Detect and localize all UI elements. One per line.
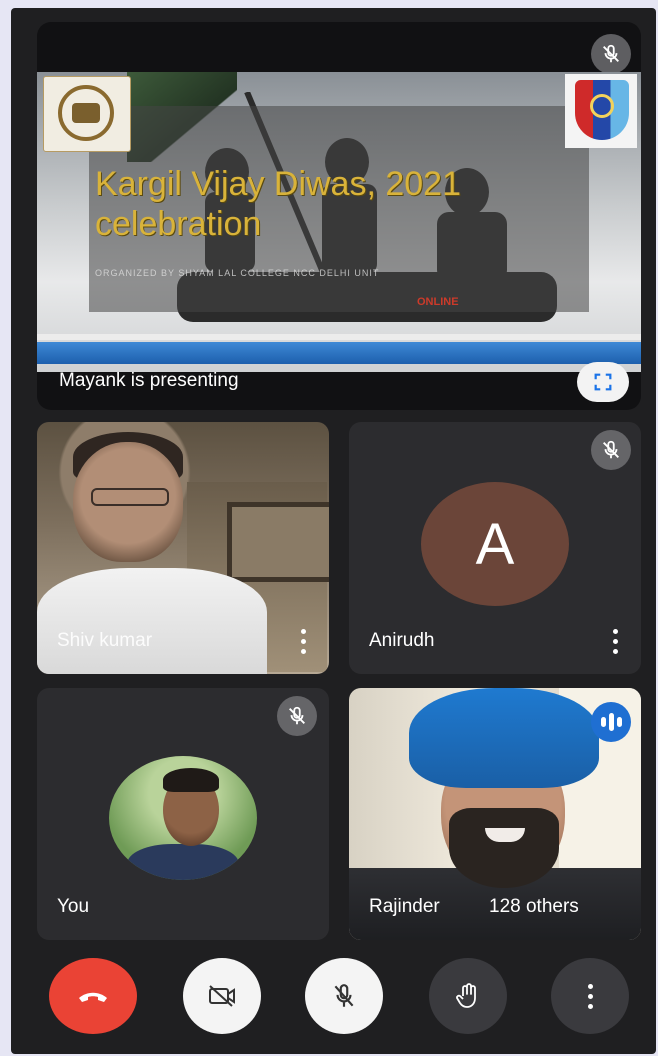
phone-hangup-icon xyxy=(79,992,107,1002)
fullscreen-button[interactable] xyxy=(577,362,629,402)
mic-off-icon xyxy=(591,34,631,74)
participant-name: Anirudh xyxy=(369,630,435,651)
more-options-button[interactable] xyxy=(551,958,629,1034)
ncc-logo xyxy=(565,74,637,148)
slide-title-line1: Kargil Vijay Diwas, 2021 xyxy=(95,165,461,203)
college-logo xyxy=(43,76,131,152)
slide-online-label: ONLINE xyxy=(417,296,459,308)
others-count[interactable]: 128 others xyxy=(489,896,579,918)
slide-subtitle: ORGANIZED BY SHYAM LAL COLLEGE NCC DELHI… xyxy=(95,268,380,278)
shared-slide: Kargil Vijay Diwas, 2021 celebration ORG… xyxy=(37,72,641,372)
participant-tile-rajinder[interactable]: Rajinder 128 others xyxy=(349,688,641,940)
participant-name: Shiv kumar xyxy=(57,630,153,651)
participant-name: You xyxy=(57,896,90,917)
avatar: A xyxy=(421,482,569,606)
mic-off-icon xyxy=(591,430,631,470)
mic-off-icon xyxy=(277,696,317,736)
participant-tile-anirudh[interactable]: A Anirudh xyxy=(349,422,641,674)
more-options-icon[interactable] xyxy=(295,626,311,656)
slide-title-line2: celebration xyxy=(95,205,262,243)
raise-hand-button[interactable] xyxy=(429,958,507,1034)
slide-divider xyxy=(37,334,641,340)
participant-tile-you[interactable]: You xyxy=(37,688,329,940)
slide-footer-bar xyxy=(37,342,641,364)
slide-title: Kargil Vijay Diwas, 2021 celebration xyxy=(95,164,595,244)
avatar xyxy=(109,756,257,880)
participant-name: Rajinder xyxy=(369,896,440,917)
end-call-button[interactable] xyxy=(49,958,137,1034)
speaking-indicator-icon xyxy=(591,702,631,742)
camera-off-icon xyxy=(209,985,235,1007)
participant-tile-shiv[interactable]: Shiv kumar xyxy=(37,422,329,674)
hand-icon xyxy=(456,983,476,1008)
camera-toggle-button[interactable] xyxy=(183,958,261,1034)
mic-toggle-button[interactable] xyxy=(305,958,383,1034)
meet-app: Kargil Vijay Diwas, 2021 celebration ORG… xyxy=(11,8,656,1054)
fullscreen-icon xyxy=(594,373,612,391)
presenter-label: Mayank is presenting xyxy=(59,370,239,391)
more-options-icon[interactable] xyxy=(607,626,623,656)
mic-off-icon xyxy=(334,984,354,1007)
presentation-tile[interactable]: Kargil Vijay Diwas, 2021 celebration ORG… xyxy=(37,22,641,410)
more-vert-icon xyxy=(587,983,593,1009)
